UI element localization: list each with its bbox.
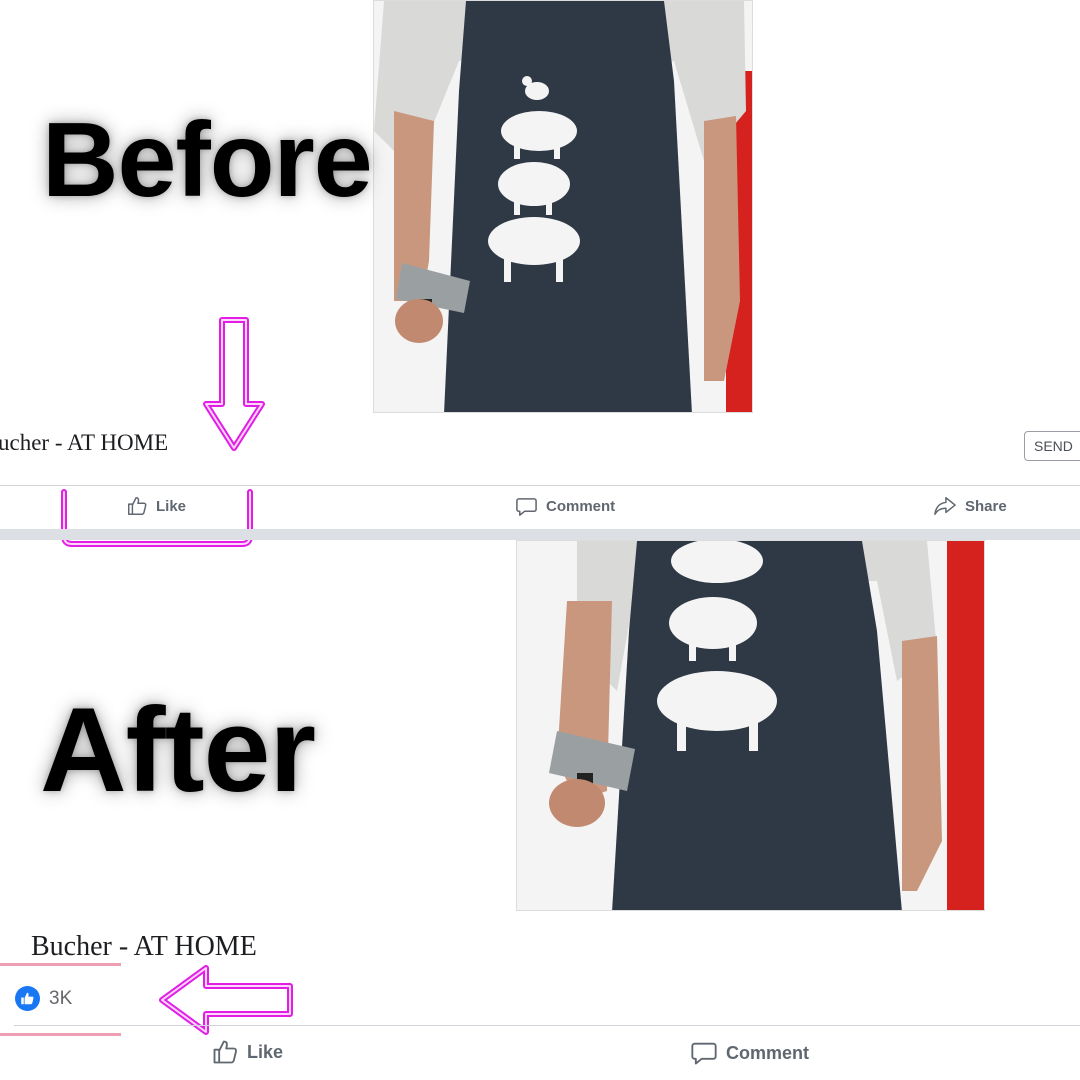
comment-button-after[interactable]: Comment: [690, 1039, 809, 1067]
neon-arrow-left-icon: [159, 965, 293, 1035]
comment-button-before[interactable]: Comment: [515, 495, 615, 518]
highlight-line-bottom: [0, 1033, 121, 1036]
share-arrow-icon: [934, 497, 956, 515]
thumbs-up-outline-icon: [128, 497, 147, 515]
like-button-before[interactable]: Like: [126, 495, 186, 517]
divider-after: [14, 1025, 1080, 1026]
share-button-before[interactable]: Share: [933, 495, 1007, 517]
highlight-line-top: [0, 963, 121, 966]
like-button-after[interactable]: Like: [211, 1038, 283, 1066]
section-separator: [0, 529, 1080, 540]
like-label-after: Like: [247, 1041, 284, 1062]
post-photo-before[interactable]: [373, 0, 753, 413]
post-title-before: ucher - AT HOME: [0, 430, 169, 455]
blue-thumbs-up-reaction-icon: [15, 986, 40, 1011]
comment-label-after: Comment: [726, 1042, 810, 1063]
share-label-before: Share: [965, 497, 1007, 515]
speech-bubble-icon: [516, 498, 537, 516]
before-label: Before: [42, 101, 373, 219]
comment-label-before: Comment: [546, 498, 616, 515]
post-photo-after[interactable]: [516, 540, 985, 911]
like-count-value: 3K: [49, 987, 73, 1009]
thumbs-up-outline-icon: [213, 1040, 238, 1064]
send-button[interactable]: SEND: [1024, 431, 1080, 461]
like-label-before: Like: [156, 497, 187, 515]
neon-arrow-down-icon: [203, 317, 265, 451]
reaction-count[interactable]: 3K: [15, 986, 72, 1011]
post-title-after: Bucher - AT HOME: [31, 931, 257, 962]
speech-bubble-icon: [691, 1042, 717, 1065]
after-label: After: [40, 683, 316, 817]
divider-before: [0, 485, 1080, 486]
